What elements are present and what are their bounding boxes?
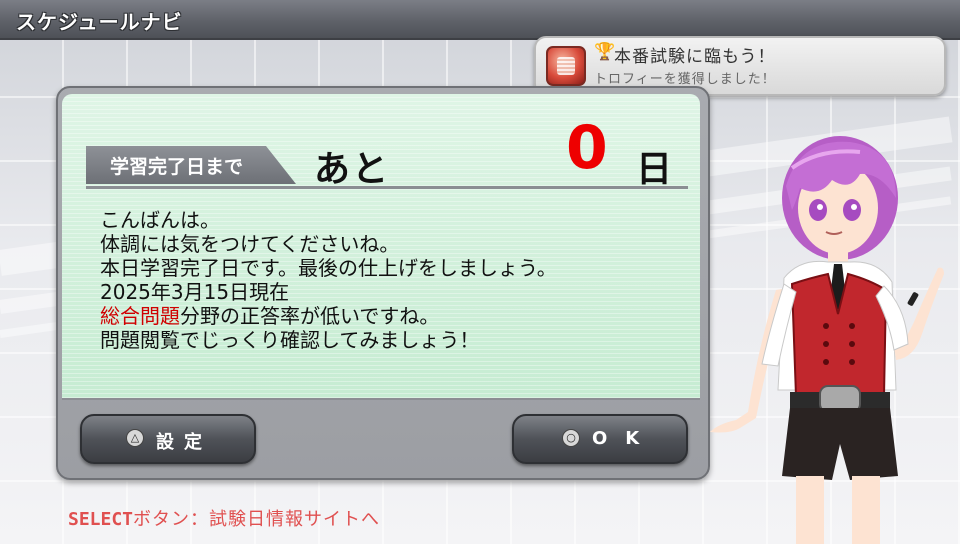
- header-bar: スケジュールナビ: [0, 0, 960, 40]
- message-text: こんばんは。 体調には気をつけてくださいね。 本日学習完了日です。最後の仕上げを…: [100, 208, 557, 352]
- navigator-character: [710, 136, 944, 544]
- countdown-unit: 日: [636, 149, 673, 190]
- trophy-subtitle: トロフィーを獲得しました！: [594, 72, 776, 87]
- message-line: 総合問題分野の正答率が低いですね。: [100, 304, 557, 328]
- countdown-label: 学習完了日まで: [110, 156, 244, 178]
- page-title: スケジュールナビ: [16, 10, 183, 34]
- settings-button-label: 設定: [156, 432, 212, 453]
- trophy-cup-icon: 🏆: [594, 42, 616, 62]
- circle-icon: ○: [562, 429, 580, 447]
- countdown-label-tag: 学習完了日まで: [86, 146, 296, 184]
- message-line: 本日学習完了日です。最後の仕上げをしましょう。: [100, 256, 557, 280]
- schedule-panel: 学習完了日まで あと 0 日 こんばんは。 体調には気をつけてくださいね。 本日…: [56, 86, 710, 480]
- countdown-prefix: あと: [314, 149, 391, 190]
- triangle-icon: △: [126, 429, 144, 447]
- divider: [86, 186, 688, 189]
- message-screen: 学習完了日まで あと 0 日 こんばんは。 体調には気をつけてくださいね。 本日…: [62, 94, 700, 400]
- select-hint: SELECTボタン：試験日情報サイトへ: [68, 505, 380, 531]
- trophy-title: 本番試験に臨もう！: [614, 47, 776, 67]
- message-line-rest: 分野の正答率が低いですね。: [180, 304, 440, 328]
- message-line: 問題閲覧でじっくり確認してみましょう！: [100, 328, 480, 352]
- settings-button[interactable]: △ 設定: [80, 414, 256, 464]
- select-hint-text: ボタン：試験日情報サイトへ: [133, 509, 381, 530]
- message-line: 2025年3月15日現在: [100, 280, 290, 304]
- countdown-days: 0: [566, 113, 608, 183]
- select-label: SELECT: [68, 509, 134, 530]
- weak-category: 総合問題: [100, 304, 180, 328]
- ok-button-label: OK: [592, 428, 658, 449]
- trophy-image-icon: [546, 46, 586, 86]
- message-line: 体調には気をつけてくださいね。: [100, 232, 400, 256]
- message-line: こんばんは。: [100, 208, 220, 232]
- ok-button[interactable]: ○ OK: [512, 414, 688, 464]
